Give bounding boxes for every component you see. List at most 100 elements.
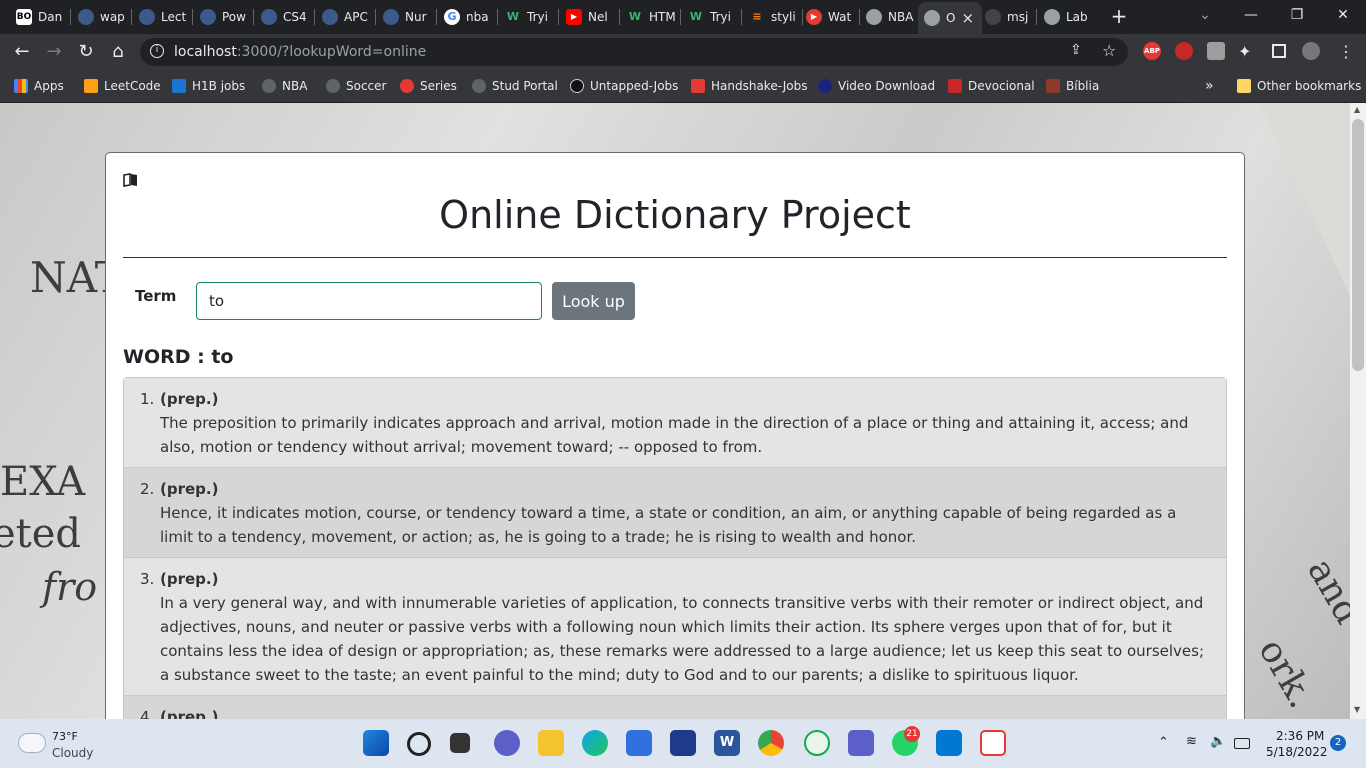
page-scrollbar[interactable]: ▲ ▼: [1350, 103, 1366, 719]
bookmark-soccer[interactable]: Soccer: [326, 76, 386, 96]
share-icon[interactable]: ⇪: [1070, 42, 1088, 60]
bookmark-nba[interactable]: NBA: [262, 76, 307, 96]
search-icon[interactable]: [407, 732, 431, 756]
address-bar[interactable]: i localhost:3000/?lookupWord=online ⇪ ☆: [140, 38, 1128, 66]
scrollbar-thumb[interactable]: [1352, 119, 1364, 371]
weather-desc[interactable]: Cloudy: [52, 746, 93, 760]
tab-item[interactable]: Nur: [383, 4, 433, 30]
chevron-up-icon[interactable]: ⌃: [1158, 735, 1169, 750]
bookmark-leetcode[interactable]: LeetCode: [84, 76, 161, 96]
bookmark-stud-portal[interactable]: Stud Portal: [472, 76, 558, 96]
globe-icon: [472, 79, 486, 93]
bookmark-star-icon[interactable]: ☆: [1102, 41, 1120, 60]
tab-item[interactable]: wap: [78, 4, 128, 30]
other-bookmarks[interactable]: Other bookmarks: [1237, 76, 1361, 96]
bookmarks-bar: Apps LeetCode H1B jobs NBA Soccer Series…: [0, 70, 1366, 103]
bookmark-apps[interactable]: Apps: [14, 76, 64, 96]
tab-item[interactable]: Pow: [200, 4, 250, 30]
tab-item[interactable]: NBA: [866, 4, 914, 30]
adblock-icon[interactable]: ABP: [1143, 42, 1161, 60]
tab-item[interactable]: ▶ Nel: [566, 4, 616, 30]
chat-icon[interactable]: [494, 730, 520, 756]
side-panel-icon[interactable]: [1272, 44, 1286, 58]
mongodb-icon[interactable]: [804, 730, 830, 756]
title-divider: [123, 257, 1227, 258]
tab-item[interactable]: W Tryi: [505, 4, 555, 30]
tab-active[interactable]: O ×: [918, 2, 982, 34]
scroll-up-arrow-icon[interactable]: ▲: [1354, 105, 1360, 114]
tab-item[interactable]: W HTM: [627, 4, 677, 30]
tab-favicon: [322, 9, 338, 25]
back-arrow-icon[interactable]: ←: [10, 40, 34, 64]
tab-item[interactable]: APC: [322, 4, 372, 30]
volume-icon[interactable]: 🔈: [1210, 734, 1226, 749]
battery-icon[interactable]: [1234, 738, 1250, 749]
tab-item[interactable]: CS4: [261, 4, 311, 30]
puzzle-extensions-icon[interactable]: ✦: [1238, 42, 1251, 61]
snipping-tool-icon[interactable]: [980, 730, 1006, 756]
lookup-button[interactable]: Look up: [552, 282, 635, 320]
tab-item[interactable]: Gnba: [444, 4, 494, 30]
bookmark-video-download[interactable]: Video Download: [818, 76, 935, 96]
vpn-icon[interactable]: [670, 730, 696, 756]
tab-item[interactable]: W Tryi: [688, 4, 738, 30]
bookmark-h1b[interactable]: H1B jobs: [172, 76, 245, 96]
clock-time[interactable]: 2:36 PM: [1276, 729, 1324, 743]
bookmark-series[interactable]: Series: [400, 76, 457, 96]
close-tab-icon[interactable]: ×: [961, 9, 974, 27]
tab-label: Nel: [588, 10, 608, 24]
windows-start-icon[interactable]: [363, 730, 389, 756]
bookmark-untapped[interactable]: Untapped-Jobs: [570, 76, 678, 96]
tab-separator: [859, 9, 860, 25]
bookmarks-overflow-button[interactable]: »: [1205, 76, 1214, 96]
extension-icon[interactable]: [1207, 42, 1225, 60]
home-icon[interactable]: ⌂: [106, 40, 130, 64]
minimize-button[interactable]: —: [1228, 0, 1274, 34]
edge-icon[interactable]: [582, 730, 608, 756]
globe-icon: [1044, 9, 1060, 25]
maximize-button[interactable]: ❐: [1274, 0, 1320, 34]
vscode-icon[interactable]: [936, 730, 962, 756]
tab-item[interactable]: ≡ styli: [749, 4, 799, 30]
clock-date[interactable]: 5/18/2022: [1266, 745, 1328, 759]
word-icon[interactable]: W: [714, 730, 740, 756]
teams-icon[interactable]: [848, 730, 874, 756]
task-view-icon[interactable]: [450, 733, 470, 753]
tab-search-button[interactable]: ⌄: [1182, 0, 1228, 34]
store-icon[interactable]: [626, 730, 652, 756]
chrome-icon[interactable]: [758, 730, 784, 756]
tab-label: O: [946, 11, 956, 25]
close-window-button[interactable]: ✕: [1320, 0, 1366, 34]
url-text[interactable]: localhost:3000/?lookupWord=online: [174, 44, 426, 60]
tab-label: nba: [466, 10, 489, 24]
stop-hand-icon[interactable]: [1175, 42, 1193, 60]
forward-arrow-icon[interactable]: →: [42, 40, 66, 64]
tab-separator: [253, 9, 254, 25]
tab-separator: [375, 9, 376, 25]
reload-icon[interactable]: ↻: [74, 40, 98, 64]
tab-item[interactable]: Lect: [139, 4, 189, 30]
globe-icon: [326, 79, 340, 93]
wifi-icon[interactable]: ≋: [1186, 734, 1197, 749]
weather-temp[interactable]: 73°F: [52, 730, 78, 743]
bookmark-devocional[interactable]: Devocional: [948, 76, 1035, 96]
bookmark-handshake[interactable]: Handshake-Jobs: [691, 76, 807, 96]
site-info-icon[interactable]: i: [150, 44, 164, 58]
tab-item[interactable]: BO Dan: [16, 4, 66, 30]
bookmark-biblia[interactable]: Bíblia: [1046, 76, 1099, 96]
profile-avatar[interactable]: [1302, 42, 1320, 60]
menu-kebab-icon[interactable]: ⋮: [1338, 42, 1354, 61]
notification-count-badge[interactable]: 2: [1330, 735, 1346, 751]
tab-label: wap: [100, 10, 125, 24]
page-viewport: NAT EXA eted fro and ork. Online Diction…: [0, 103, 1350, 719]
tab-item[interactable]: Lab: [1044, 4, 1092, 30]
new-tab-button[interactable]: +: [1108, 5, 1130, 27]
tab-item[interactable]: ▶ Wat: [806, 4, 856, 30]
file-explorer-icon[interactable]: [538, 730, 564, 756]
term-input[interactable]: [196, 282, 542, 320]
tab-separator: [680, 9, 681, 25]
tab-strip: BO Dan wap Lect Pow CS4 APC Nur Gnba W Tr…: [0, 0, 1366, 34]
folder-icon: [1237, 79, 1251, 93]
scroll-down-arrow-icon[interactable]: ▼: [1354, 705, 1360, 714]
tab-item[interactable]: msj: [985, 4, 1031, 30]
